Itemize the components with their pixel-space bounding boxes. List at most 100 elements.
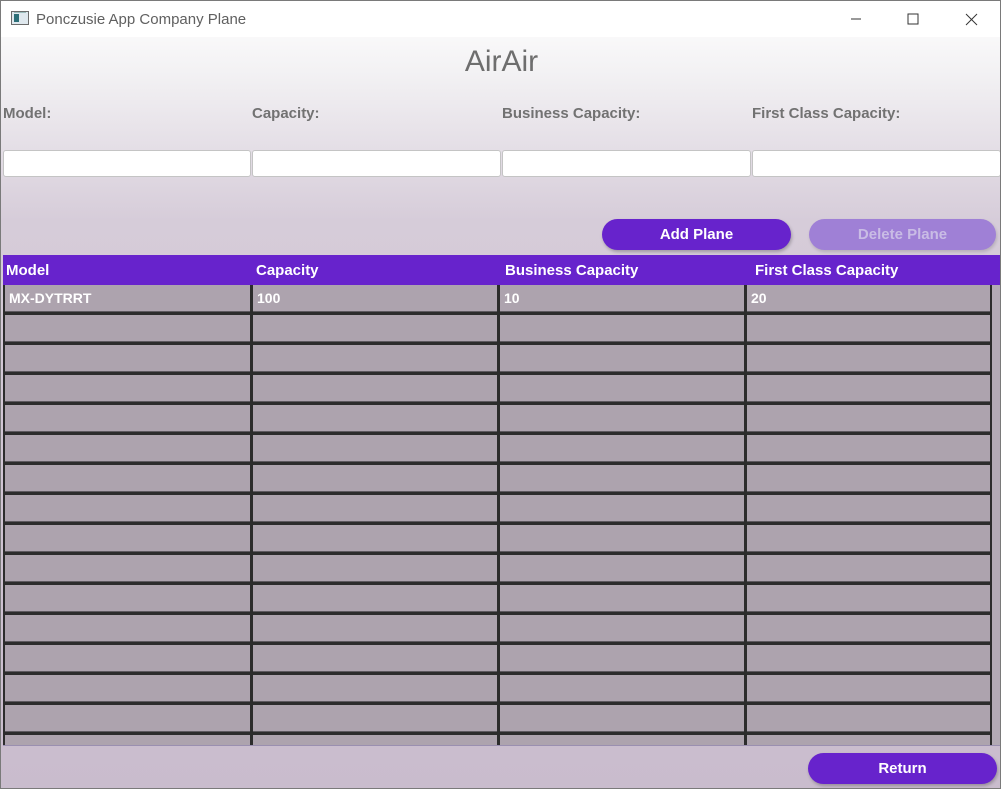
cell-business-capacity[interactable] bbox=[500, 405, 744, 432]
column-header-business-capacity[interactable]: Business Capacity bbox=[505, 255, 638, 285]
cell-capacity[interactable] bbox=[253, 645, 497, 672]
cell-business-capacity[interactable] bbox=[500, 645, 744, 672]
cell-business-capacity[interactable]: 10 bbox=[500, 285, 744, 312]
cell-business-capacity[interactable] bbox=[500, 525, 744, 552]
cell-model[interactable]: MX-DYTRRT bbox=[5, 285, 250, 312]
column-header-first-class-capacity[interactable]: First Class Capacity bbox=[755, 255, 898, 285]
cell-model[interactable] bbox=[5, 705, 250, 732]
cell-business-capacity[interactable] bbox=[500, 675, 744, 702]
cell-business-capacity[interactable] bbox=[500, 495, 744, 522]
return-button[interactable]: Return bbox=[808, 753, 997, 784]
table-row[interactable] bbox=[3, 675, 1000, 705]
cell-model[interactable] bbox=[5, 585, 250, 612]
cell-first-class-capacity[interactable]: 20 bbox=[747, 285, 990, 312]
cell-first-class-capacity[interactable] bbox=[747, 525, 990, 552]
cell-capacity[interactable] bbox=[253, 375, 497, 402]
first-class-capacity-input[interactable] bbox=[752, 150, 1000, 177]
cell-first-class-capacity[interactable] bbox=[747, 735, 990, 745]
cell-first-class-capacity[interactable] bbox=[747, 465, 990, 492]
cell-business-capacity[interactable] bbox=[500, 615, 744, 642]
table-row[interactable] bbox=[3, 525, 1000, 555]
table-row[interactable] bbox=[3, 585, 1000, 615]
cell-model[interactable] bbox=[5, 315, 250, 342]
cell-first-class-capacity[interactable] bbox=[747, 555, 990, 582]
cell-model[interactable] bbox=[5, 645, 250, 672]
cell-model[interactable] bbox=[5, 405, 250, 432]
cell-model[interactable] bbox=[5, 525, 250, 552]
cell-first-class-capacity[interactable] bbox=[747, 345, 990, 372]
cell-model[interactable] bbox=[5, 495, 250, 522]
cell-model[interactable] bbox=[5, 435, 250, 462]
table-row[interactable] bbox=[3, 435, 1000, 465]
cell-first-class-capacity[interactable] bbox=[747, 645, 990, 672]
cell-model[interactable] bbox=[5, 735, 250, 745]
cell-model[interactable] bbox=[5, 555, 250, 582]
cell-business-capacity[interactable] bbox=[500, 375, 744, 402]
table-row[interactable]: MX-DYTRRT 100 10 20 bbox=[3, 285, 1000, 315]
cell-business-capacity[interactable] bbox=[500, 735, 744, 745]
cell-capacity[interactable] bbox=[253, 405, 497, 432]
cell-model[interactable] bbox=[5, 465, 250, 492]
cell-capacity[interactable]: 100 bbox=[253, 285, 497, 312]
cell-capacity[interactable] bbox=[253, 435, 497, 462]
title-bar[interactable]: Ponczusie App Company Plane bbox=[1, 1, 1000, 37]
close-button[interactable] bbox=[943, 1, 999, 37]
cell-capacity[interactable] bbox=[253, 555, 497, 582]
planes-table[interactable]: Model Capacity Business Capacity First C… bbox=[3, 255, 1000, 745]
table-row[interactable] bbox=[3, 735, 1000, 745]
cell-capacity[interactable] bbox=[253, 735, 497, 745]
cell-first-class-capacity[interactable] bbox=[747, 435, 990, 462]
table-row[interactable] bbox=[3, 375, 1000, 405]
cell-capacity[interactable] bbox=[253, 345, 497, 372]
table-row[interactable] bbox=[3, 555, 1000, 585]
cell-capacity[interactable] bbox=[253, 525, 497, 552]
cell-business-capacity[interactable] bbox=[500, 435, 744, 462]
column-header-model[interactable]: Model bbox=[6, 255, 49, 285]
cell-capacity[interactable] bbox=[253, 585, 497, 612]
cell-business-capacity[interactable] bbox=[500, 555, 744, 582]
cell-business-capacity[interactable] bbox=[500, 465, 744, 492]
column-header-capacity[interactable]: Capacity bbox=[256, 255, 319, 285]
cell-model[interactable] bbox=[5, 345, 250, 372]
cell-business-capacity[interactable] bbox=[500, 345, 744, 372]
maximize-button[interactable] bbox=[885, 1, 941, 37]
table-row[interactable] bbox=[3, 705, 1000, 735]
cell-business-capacity[interactable] bbox=[500, 705, 744, 732]
cell-capacity[interactable] bbox=[253, 465, 497, 492]
table-row[interactable] bbox=[3, 645, 1000, 675]
cell-model[interactable] bbox=[5, 375, 250, 402]
cell-capacity[interactable] bbox=[253, 315, 497, 342]
cell-capacity[interactable] bbox=[253, 615, 497, 642]
business-capacity-input[interactable] bbox=[502, 150, 751, 177]
cell-capacity[interactable] bbox=[253, 675, 497, 702]
model-input[interactable] bbox=[3, 150, 251, 177]
cell-first-class-capacity[interactable] bbox=[747, 615, 990, 642]
table-row[interactable] bbox=[3, 405, 1000, 435]
cell-model[interactable] bbox=[5, 675, 250, 702]
table-row[interactable] bbox=[3, 615, 1000, 645]
window-app-icon bbox=[11, 11, 29, 25]
table-row[interactable] bbox=[3, 345, 1000, 375]
maximize-icon bbox=[907, 13, 919, 25]
table-scrollbar[interactable] bbox=[992, 285, 1000, 745]
add-plane-button[interactable]: Add Plane bbox=[602, 219, 791, 250]
cell-first-class-capacity[interactable] bbox=[747, 705, 990, 732]
cell-business-capacity[interactable] bbox=[500, 585, 744, 612]
cell-first-class-capacity[interactable] bbox=[747, 675, 990, 702]
cell-business-capacity[interactable] bbox=[500, 315, 744, 342]
minimize-button[interactable] bbox=[828, 1, 884, 37]
table-row[interactable] bbox=[3, 465, 1000, 495]
capacity-label: Capacity: bbox=[252, 105, 320, 122]
cell-first-class-capacity[interactable] bbox=[747, 405, 990, 432]
cell-first-class-capacity[interactable] bbox=[747, 495, 990, 522]
delete-plane-button[interactable]: Delete Plane bbox=[809, 219, 996, 250]
cell-first-class-capacity[interactable] bbox=[747, 585, 990, 612]
capacity-input[interactable] bbox=[252, 150, 501, 177]
cell-model[interactable] bbox=[5, 615, 250, 642]
table-row[interactable] bbox=[3, 495, 1000, 525]
table-row[interactable] bbox=[3, 315, 1000, 345]
cell-first-class-capacity[interactable] bbox=[747, 315, 990, 342]
cell-capacity[interactable] bbox=[253, 705, 497, 732]
cell-capacity[interactable] bbox=[253, 495, 497, 522]
cell-first-class-capacity[interactable] bbox=[747, 375, 990, 402]
